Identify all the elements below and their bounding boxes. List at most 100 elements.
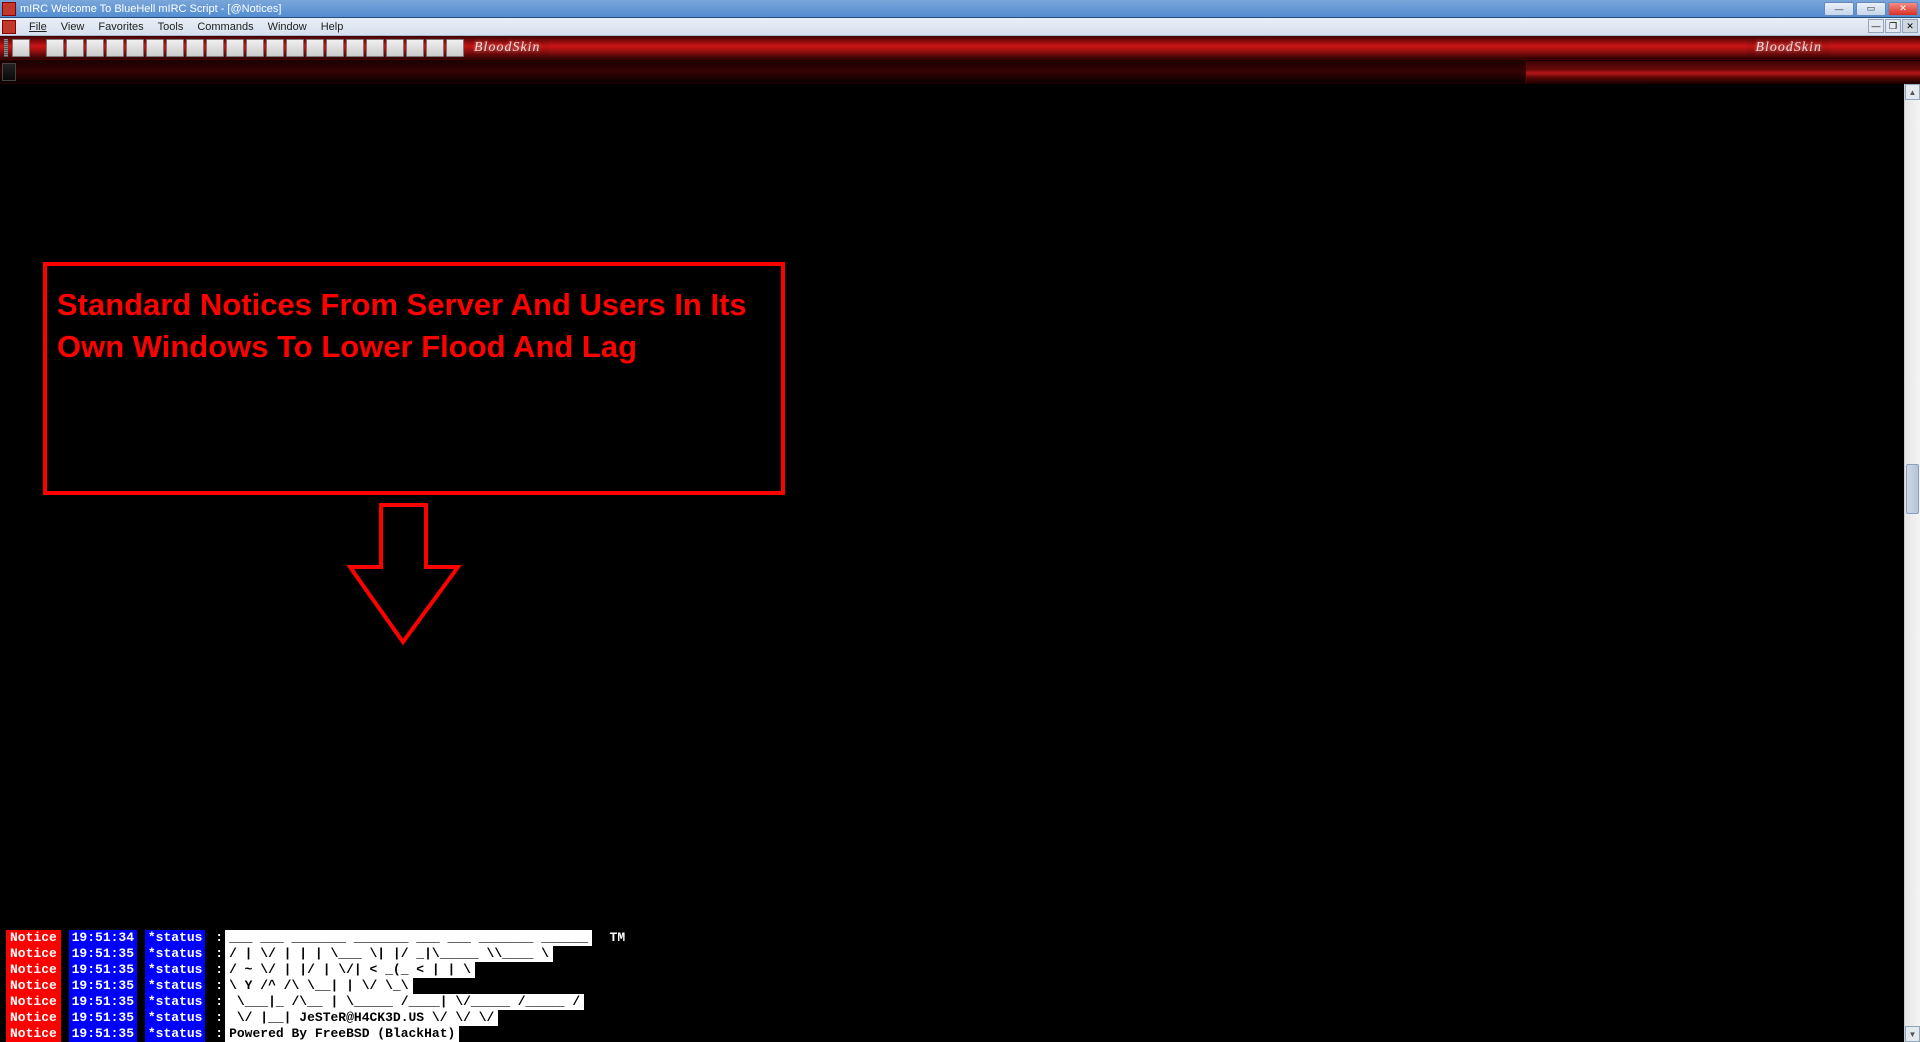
notice-row: Notice 19:51:35 *status : \___|_ /\__ | … (6, 994, 625, 1010)
notice-label: Notice (6, 1010, 61, 1026)
maximize-button[interactable]: ▭ (1856, 2, 1886, 16)
toolbar-button-20[interactable] (406, 39, 424, 57)
scroll-down-button[interactable]: ▼ (1905, 1026, 1920, 1042)
notice-label: Notice (6, 946, 61, 962)
app-icon-small (2, 20, 16, 34)
menu-favorites[interactable]: Favorites (91, 20, 150, 34)
notice-row: Notice 19:51:35 *status : \ Y /^ /\ \__|… (6, 978, 625, 994)
notice-time: 19:51:35 (69, 994, 137, 1010)
toolbar-button-2[interactable] (46, 39, 64, 57)
toolbar-button-1[interactable] (12, 39, 30, 57)
notice-body: \___|_ /\__ | \_____ /____| \/_____ /___… (225, 994, 584, 1010)
toolbar-button-8[interactable] (166, 39, 184, 57)
menu-favorites-label: Favorites (98, 21, 143, 33)
notice-source: *status (145, 994, 206, 1010)
notice-time: 19:51:35 (69, 1026, 137, 1042)
menu-help-label: Help (321, 21, 344, 33)
menu-help[interactable]: Help (314, 20, 351, 34)
notice-source: *status (145, 930, 206, 946)
notice-label: Notice (6, 1026, 61, 1042)
notice-row: Notice 19:51:35 *status : / | \/ | | | \… (6, 946, 625, 962)
notice-row: Notice 19:51:34 *status : ___ ___ ______… (6, 930, 625, 946)
menu-bar: File View Favorites Tools Commands Windo… (0, 18, 1920, 36)
notices-list: Notice 19:51:34 *status : ___ ___ ______… (6, 930, 625, 1042)
notice-label: Notice (6, 994, 61, 1010)
toolbar-button-17[interactable] (346, 39, 364, 57)
notice-body: ___ ___ _______ _______ ___ ___ _______ … (225, 930, 592, 946)
client-area: Standard Notices From Server And Users I… (0, 84, 1920, 1042)
arrow-down-icon (346, 502, 466, 652)
brand-label-right: BloodSkin (1747, 40, 1830, 56)
notice-source: *status (145, 962, 206, 978)
toolbar-button-14[interactable] (286, 39, 304, 57)
menu-file-label: File (29, 21, 47, 33)
notice-label: Notice (6, 978, 61, 994)
scroll-up-button[interactable]: ▲ (1905, 84, 1920, 100)
notice-time: 19:51:35 (69, 946, 137, 962)
notice-row: Notice 19:51:35 *status : / ~ \/ | |/ | … (6, 962, 625, 978)
window-controls: — ▭ ✕ (1824, 2, 1918, 16)
toolbar-button-21[interactable] (426, 39, 444, 57)
toolbar-button-3[interactable] (66, 39, 84, 57)
toolbar-button-9[interactable] (186, 39, 204, 57)
brand-label-left: BloodSkin (466, 40, 549, 56)
annotation-box: Standard Notices From Server And Users I… (43, 262, 785, 495)
toolbar-button-18[interactable] (366, 39, 384, 57)
notice-time: 19:51:34 (69, 930, 137, 946)
toolbar-button-4[interactable] (86, 39, 104, 57)
menu-window-label: Window (268, 21, 307, 33)
minimize-button[interactable]: — (1824, 2, 1854, 16)
scroll-thumb[interactable] (1906, 464, 1919, 514)
toolbar-button-22[interactable] (446, 39, 464, 57)
notice-row: Notice 19:51:35 *status : Powered By Fre… (6, 1026, 625, 1042)
toolbar-button-16[interactable] (326, 39, 344, 57)
menu-tools-label: Tools (158, 21, 184, 33)
menu-commands-label: Commands (197, 21, 253, 33)
switchbar-item[interactable] (2, 63, 16, 81)
notice-body: Powered By FreeBSD (BlackHat) (225, 1026, 459, 1042)
notice-label: Notice (6, 962, 61, 978)
mdi-close-button[interactable]: ✕ (1902, 19, 1918, 33)
switchbar (0, 60, 1920, 84)
toolbar: BloodSkin BloodSkin (0, 36, 1920, 60)
notice-label: Notice (6, 930, 61, 946)
notice-source: *status (145, 1026, 206, 1042)
toolbar-button-5[interactable] (106, 39, 124, 57)
window-title: mIRC Welcome To BlueHell mIRC Script - [… (20, 3, 1824, 15)
notice-time: 19:51:35 (69, 1010, 137, 1026)
menu-view[interactable]: View (54, 20, 92, 34)
notice-time: 19:51:35 (69, 978, 137, 994)
notice-body: / ~ \/ | |/ | \/| < _(_ < | | \ (225, 962, 475, 978)
app-icon (2, 2, 16, 16)
window-titlebar: mIRC Welcome To BlueHell mIRC Script - [… (0, 0, 1920, 18)
menu-tools[interactable]: Tools (151, 20, 191, 34)
annotation-text: Standard Notices From Server And Users I… (57, 284, 771, 368)
notice-body: / | \/ | | | \___ \| |/ _|\_____ \\____ … (225, 946, 553, 962)
notice-tm: TM (592, 930, 625, 946)
toolbar-button-6[interactable] (126, 39, 144, 57)
menu-window[interactable]: Window (261, 20, 314, 34)
toolbar-button-15[interactable] (306, 39, 324, 57)
toolbar-grip[interactable] (4, 39, 8, 57)
mdi-minimize-button[interactable]: — (1868, 19, 1884, 33)
notice-body: \ Y /^ /\ \__| | \/ \_\ (225, 978, 412, 994)
toolbar-button-7[interactable] (146, 39, 164, 57)
close-button[interactable]: ✕ (1888, 2, 1918, 16)
toolbar-button-19[interactable] (386, 39, 404, 57)
mdi-restore-button[interactable]: ❐ (1885, 19, 1901, 33)
toolbar-button-10[interactable] (206, 39, 224, 57)
notice-body: \/ |__| JeSTeR@H4CK3D.US \/ \/ \/ (225, 1010, 498, 1026)
vertical-scrollbar[interactable]: ▲ ▼ (1904, 84, 1920, 1042)
notice-row: Notice 19:51:35 *status : \/ |__| JeSTeR… (6, 1010, 625, 1026)
menu-view-label: View (61, 21, 85, 33)
notice-source: *status (145, 1010, 206, 1026)
mdi-controls: — ❐ ✕ (1868, 19, 1918, 33)
switchbar-right-panel (1525, 61, 1920, 83)
notice-source: *status (145, 978, 206, 994)
toolbar-button-11[interactable] (226, 39, 244, 57)
toolbar-button-12[interactable] (246, 39, 264, 57)
menu-file[interactable]: File (22, 20, 54, 34)
menu-commands[interactable]: Commands (190, 20, 260, 34)
toolbar-button-13[interactable] (266, 39, 284, 57)
notice-time: 19:51:35 (69, 962, 137, 978)
